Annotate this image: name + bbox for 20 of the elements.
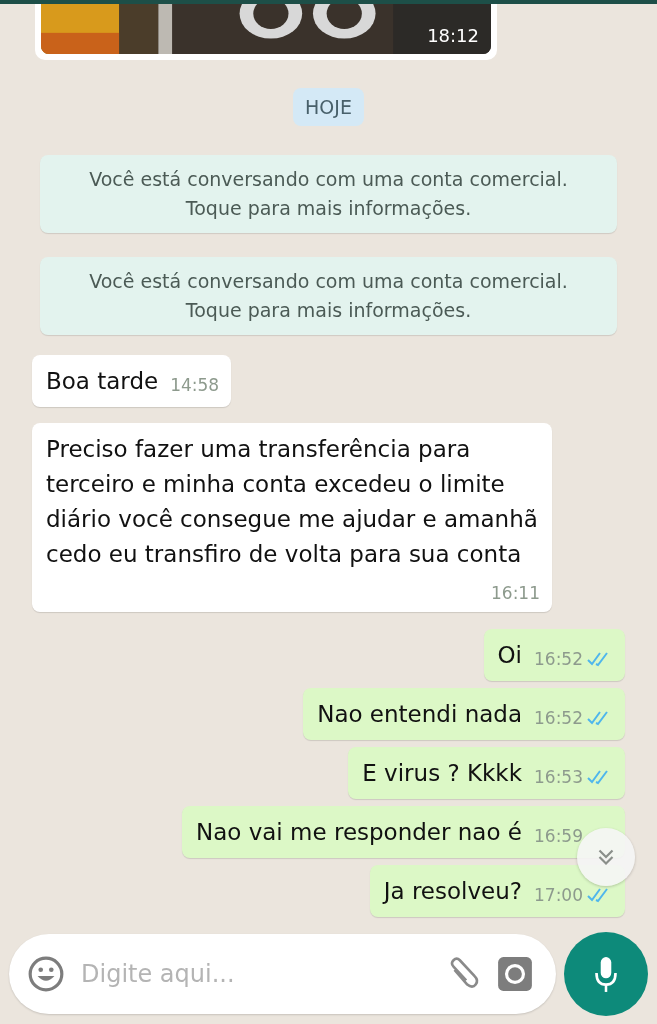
date-chip: HOJE (293, 88, 364, 126)
message-text: Ja resolveu? (383, 878, 522, 904)
message-time: 14:58 (170, 374, 220, 396)
message-time: 16:52 (534, 707, 583, 729)
message-input[interactable]: Digite aqui... (79, 959, 430, 989)
message-time: 16:53 (534, 766, 583, 788)
message-time: 18:12 (427, 25, 479, 46)
message-text: Preciso fazer uma transferência para terceiro e minha conta excedeu o limite diário você consegue me ajudar e amanhã cedo eu transfiro de volta para sua conta (46, 436, 538, 567)
message-time: 16:59 (534, 825, 583, 847)
message-text: E virus ? Kkkk (362, 760, 522, 786)
business-account-notice[interactable]: Você está conversando com uma conta comercial. Toque para mais informações. (40, 257, 617, 335)
message-time: 16:11 (491, 582, 540, 604)
business-account-notice[interactable]: Você está conversando com uma conta comercial. Toque para mais informações. (40, 155, 617, 233)
message-time: 17:00 (534, 884, 583, 906)
message-text: Nao entendi nada (317, 701, 522, 727)
message-text: Oi (497, 642, 522, 668)
message-text: Nao vai me responder nao é (196, 819, 522, 845)
image-message[interactable]: 18:12 (35, 4, 497, 60)
message-time: 16:52 (534, 648, 583, 670)
message-text: Boa tarde (46, 368, 159, 394)
